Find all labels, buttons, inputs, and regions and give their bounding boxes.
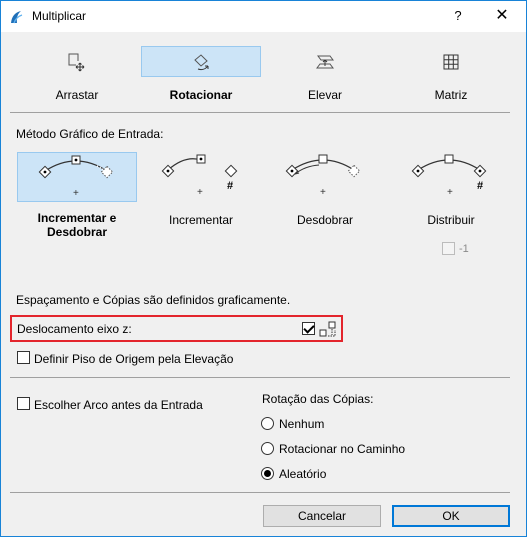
svg-text:#: # [477,180,483,192]
drag-move-icon [68,53,85,71]
method-distribute-option[interactable]: # + [391,152,511,202]
cancel-button[interactable]: Cancelar [263,505,381,527]
mode-elevate-button[interactable] [265,46,385,77]
divider [10,492,510,493]
mode-drag-button[interactable] [17,46,137,77]
rotation-on-path-radio[interactable] [261,442,274,455]
method-increment-option[interactable]: # + [141,152,261,202]
mode-elevate-label: Elevar [307,88,342,102]
distribute-count-checkbox[interactable] [442,242,455,255]
rotation-random-radio[interactable] [261,467,274,480]
method-unfold-option[interactable]: + [265,152,385,202]
method-increment-label: Incrementar [168,213,234,227]
method-increment-unfold-label-line1: Incrementar e [37,211,117,225]
method-unfold-label: Desdobrar [296,213,354,227]
app-logo-icon [11,11,23,24]
elevate-icon [316,55,334,68]
rotation-none-label: Nenhum [279,417,325,431]
method-distribute-label: Distribuir [427,213,475,227]
mode-rotate-label: Rotacionar [169,88,233,102]
matrix-grid-icon [443,54,459,69]
mode-matrix-label: Matriz [434,88,468,102]
info-text: Espaçamento e Cópias são definidos grafi… [16,293,291,307]
title-bar: Multiplicar ? ✕ [1,1,526,32]
increment-diagram-icon: # + [161,154,238,198]
floor-origin-label: Definir Piso de Origem pela Elevação [34,352,234,366]
help-button[interactable]: ? [447,5,469,27]
z-offset-checkbox[interactable] [302,322,315,335]
ok-button[interactable]: OK [392,505,510,527]
window-title: Multiplicar [32,9,87,23]
method-increment-unfold-label-line2: Desdobrar [46,225,108,239]
multiply-dialog: Multiplicar ? ✕ Arrastar Rotacionar Elev… [0,0,527,537]
mode-matrix-button[interactable] [391,46,511,77]
arc-first-checkbox[interactable] [17,397,30,410]
svg-text:+: + [197,187,203,198]
unfold-diagram-icon: + [285,154,361,198]
rotation-none-radio[interactable] [261,417,274,430]
svg-text:+: + [73,188,79,199]
mode-rotate-button[interactable] [141,46,261,77]
method-increment-unfold-option[interactable]: + [17,152,137,202]
rotate-icon [194,53,209,70]
floor-origin-checkbox[interactable] [17,351,30,364]
close-button[interactable]: ✕ [491,5,513,27]
method-heading: Método Gráfico de Entrada: [16,127,164,141]
svg-text:+: + [320,187,326,198]
rotation-heading: Rotação das Cópias: [262,392,374,406]
divider [10,377,510,378]
increment-unfold-diagram-icon: + [38,155,114,199]
distribute-diagram-icon: # + [411,154,487,198]
z-offset-row: Deslocamento eixo z: [10,315,343,342]
z-offset-stack-icon [319,321,336,337]
divider [10,112,510,113]
distribute-count-label: -1 [459,243,469,255]
svg-text:+: + [447,187,453,198]
arc-first-label: Escolher Arco antes da Entrada [34,398,203,412]
z-offset-label: Deslocamento eixo z: [17,322,132,336]
rotation-random-label: Aleatório [279,467,327,481]
mode-drag-label: Arrastar [55,88,99,102]
svg-text:#: # [227,180,233,192]
rotation-on-path-label: Rotacionar no Caminho [279,442,406,456]
